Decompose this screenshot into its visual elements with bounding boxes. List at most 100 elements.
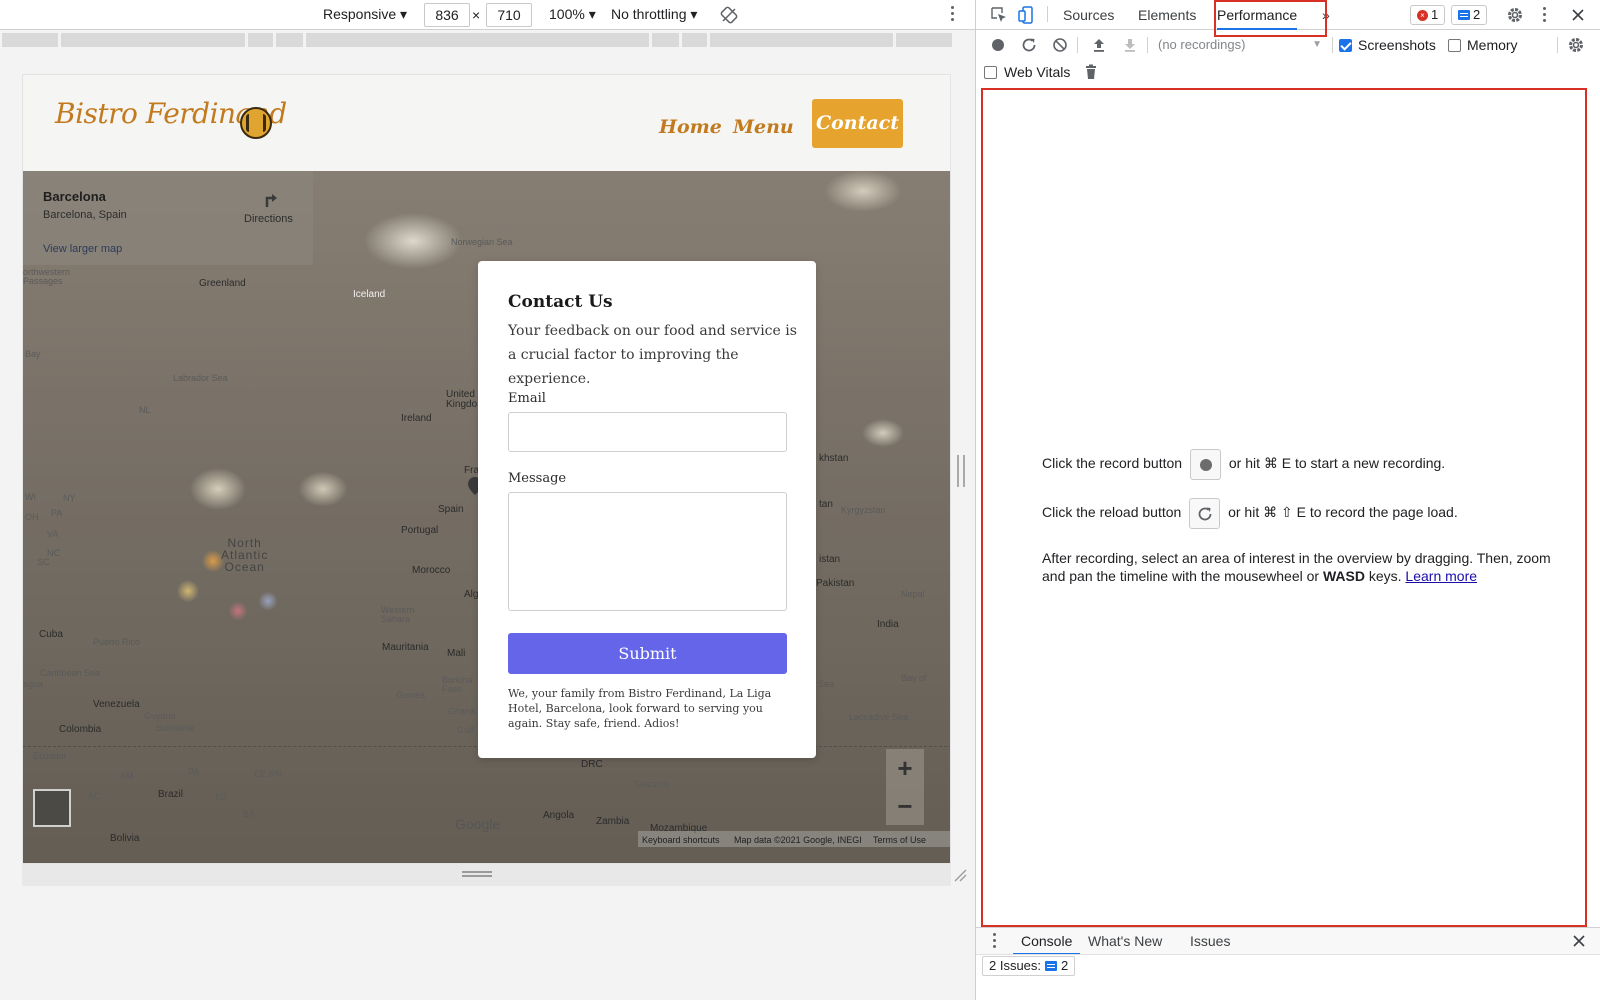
map-label: Norwegian Sea bbox=[451, 237, 513, 247]
settings-gear-icon[interactable] bbox=[1506, 6, 1524, 24]
contact-hero-map[interactable]: Barcelona Barcelona, Spain Directions Vi… bbox=[23, 171, 950, 863]
learn-more-link[interactable]: Learn more bbox=[1405, 568, 1477, 584]
inline-record-button[interactable] bbox=[1189, 449, 1221, 480]
upload-profile-icon[interactable] bbox=[1090, 36, 1108, 54]
drawer-more-icon[interactable] bbox=[987, 933, 1001, 951]
map-label: Western Sahara bbox=[381, 605, 415, 624]
performance-landing-page: Click the record button or hit ⌘ E to st… bbox=[976, 87, 1600, 927]
record-hint-post: or hit ⌘ E to start a new recording. bbox=[1228, 455, 1446, 472]
recording-instructions: After recording, select an area of inter… bbox=[1042, 549, 1552, 585]
close-devtools-icon[interactable] bbox=[1569, 6, 1587, 24]
reload-hint: Click the reload button or hit ⌘ ⇧ E to … bbox=[1042, 498, 1458, 529]
drawer-tab-console[interactable]: Console bbox=[1013, 928, 1081, 955]
web-vitals-label[interactable]: Web Vitals bbox=[1004, 64, 1070, 80]
screenshots-label[interactable]: Screenshots bbox=[1358, 37, 1436, 53]
email-field[interactable] bbox=[508, 412, 787, 452]
map-zoom-in-button[interactable]: + bbox=[886, 749, 924, 787]
google-logo[interactable]: Google bbox=[455, 816, 500, 832]
capture-settings-gear-icon[interactable] bbox=[1567, 36, 1585, 54]
submit-button[interactable]: Submit bbox=[508, 633, 787, 674]
message-count-badge[interactable]: 2 bbox=[1451, 5, 1488, 25]
map-label: Kyrgyzstan bbox=[841, 505, 886, 515]
reload-record-icon[interactable] bbox=[1020, 36, 1038, 54]
map-label: Labrador Sea bbox=[173, 373, 228, 383]
nav-contact-button[interactable]: Contact bbox=[812, 99, 903, 148]
issues-count-chip[interactable]: 2 Issues: 2 bbox=[982, 956, 1076, 976]
issues-count: 2 bbox=[1061, 958, 1069, 973]
keyboard-shortcuts-link[interactable]: Keyboard shortcuts bbox=[642, 835, 720, 845]
instructions-text-2: keys. bbox=[1364, 568, 1406, 584]
page-width-resizer[interactable] bbox=[957, 455, 965, 487]
inspect-element-icon[interactable] bbox=[990, 6, 1008, 24]
drawer-tab-issues[interactable]: Issues bbox=[1190, 928, 1230, 955]
nav-menu-link[interactable]: Menu bbox=[733, 103, 794, 151]
map-label: PA bbox=[188, 767, 200, 777]
map-zoom-out-button[interactable]: − bbox=[886, 787, 924, 825]
map-label: Morocco bbox=[412, 565, 451, 576]
error-count-badge[interactable]: × 1 bbox=[1410, 5, 1446, 25]
directions-label[interactable]: Directions bbox=[244, 213, 293, 225]
message-field[interactable] bbox=[508, 492, 787, 611]
screen: Responsive ▾ 836 × 710 100% ▾ No throttl… bbox=[0, 0, 1600, 1000]
record-button[interactable] bbox=[989, 36, 1007, 54]
viewport-height-input[interactable]: 710 bbox=[486, 3, 532, 27]
issues-status-bar: 2 Issues: 2 bbox=[976, 954, 1600, 978]
map-label: India bbox=[877, 619, 899, 630]
close-drawer-icon[interactable] bbox=[1570, 932, 1588, 950]
map-label: Portugal bbox=[401, 525, 439, 536]
clear-icon[interactable] bbox=[1051, 36, 1069, 54]
map-label: khstan bbox=[819, 453, 849, 464]
media-query-ruler[interactable] bbox=[0, 31, 975, 49]
garbage-collect-trash-icon[interactable] bbox=[1082, 63, 1100, 81]
map-label: Nepal bbox=[901, 589, 925, 599]
map-label: istan bbox=[819, 554, 841, 565]
map-label: TO bbox=[214, 792, 227, 802]
map-label: Gulf bbox=[457, 725, 474, 735]
drawer-tab-whats-new[interactable]: What's New bbox=[1088, 928, 1162, 955]
map-label: Tanzania bbox=[633, 779, 670, 789]
map-label: CE bbox=[254, 769, 267, 779]
map-label: Bolivia bbox=[110, 833, 140, 844]
emulated-page: Bistro Ferdinand Home Menu Contact Barce… bbox=[22, 74, 951, 864]
device-select[interactable]: Responsive ▾ bbox=[323, 6, 407, 23]
memory-checkbox[interactable] bbox=[1448, 39, 1461, 52]
device-more-icon[interactable] bbox=[945, 6, 959, 24]
zoom-select[interactable]: 100% ▾ bbox=[549, 6, 596, 23]
inline-reload-button[interactable] bbox=[1189, 498, 1221, 529]
customize-devtools-icon[interactable] bbox=[1537, 7, 1551, 25]
map-label: agua bbox=[23, 679, 44, 689]
logo-emblem-icon bbox=[240, 107, 272, 139]
map-label: Laccadive Sea bbox=[849, 712, 909, 722]
download-profile-icon[interactable] bbox=[1121, 36, 1139, 54]
map-label: NL bbox=[139, 405, 151, 415]
terms-of-use-link[interactable]: Terms of Use bbox=[873, 835, 926, 845]
memory-label[interactable]: Memory bbox=[1467, 37, 1518, 53]
map-label: Brazil bbox=[158, 789, 184, 800]
recordings-select[interactable]: (no recordings) ▼ bbox=[1154, 35, 1324, 55]
device-toolbar: Responsive ▾ 836 × 710 100% ▾ No throttl… bbox=[0, 0, 975, 30]
rotate-icon[interactable] bbox=[720, 6, 738, 24]
map-label: BA bbox=[243, 809, 256, 819]
view-larger-map-link[interactable]: View larger map bbox=[43, 243, 122, 255]
tab-performance[interactable]: Performance bbox=[1217, 0, 1298, 30]
nav-home-link[interactable]: Home bbox=[659, 103, 722, 151]
map-label: Ghana bbox=[448, 706, 476, 716]
screenshots-checkbox[interactable] bbox=[1339, 39, 1352, 52]
message-label: Message bbox=[508, 471, 567, 486]
devtools-panel: Sources Elements Performance » × 1 2 (no… bbox=[975, 0, 1600, 1000]
throttling-select[interactable]: No throttling ▾ bbox=[611, 6, 697, 23]
map-label: Cuba bbox=[39, 629, 63, 640]
web-vitals-checkbox[interactable] bbox=[984, 66, 997, 79]
more-tabs-chevron-icon[interactable]: » bbox=[1322, 0, 1330, 30]
tab-sources[interactable]: Sources bbox=[1063, 0, 1114, 30]
device-toolbar-toggle-icon[interactable] bbox=[1018, 6, 1036, 24]
map-label: Fra bbox=[464, 465, 479, 476]
viewport-width-input[interactable]: 836 bbox=[424, 3, 470, 27]
directions-icon[interactable] bbox=[261, 189, 281, 209]
record-hint-pre: Click the record button bbox=[1042, 455, 1183, 472]
map-satellite-toggle[interactable] bbox=[33, 789, 71, 827]
resize-corner-icon[interactable] bbox=[953, 868, 967, 882]
page-height-resizer[interactable] bbox=[22, 864, 951, 886]
map-label: Angola bbox=[543, 810, 575, 821]
tab-elements[interactable]: Elements bbox=[1138, 0, 1196, 30]
